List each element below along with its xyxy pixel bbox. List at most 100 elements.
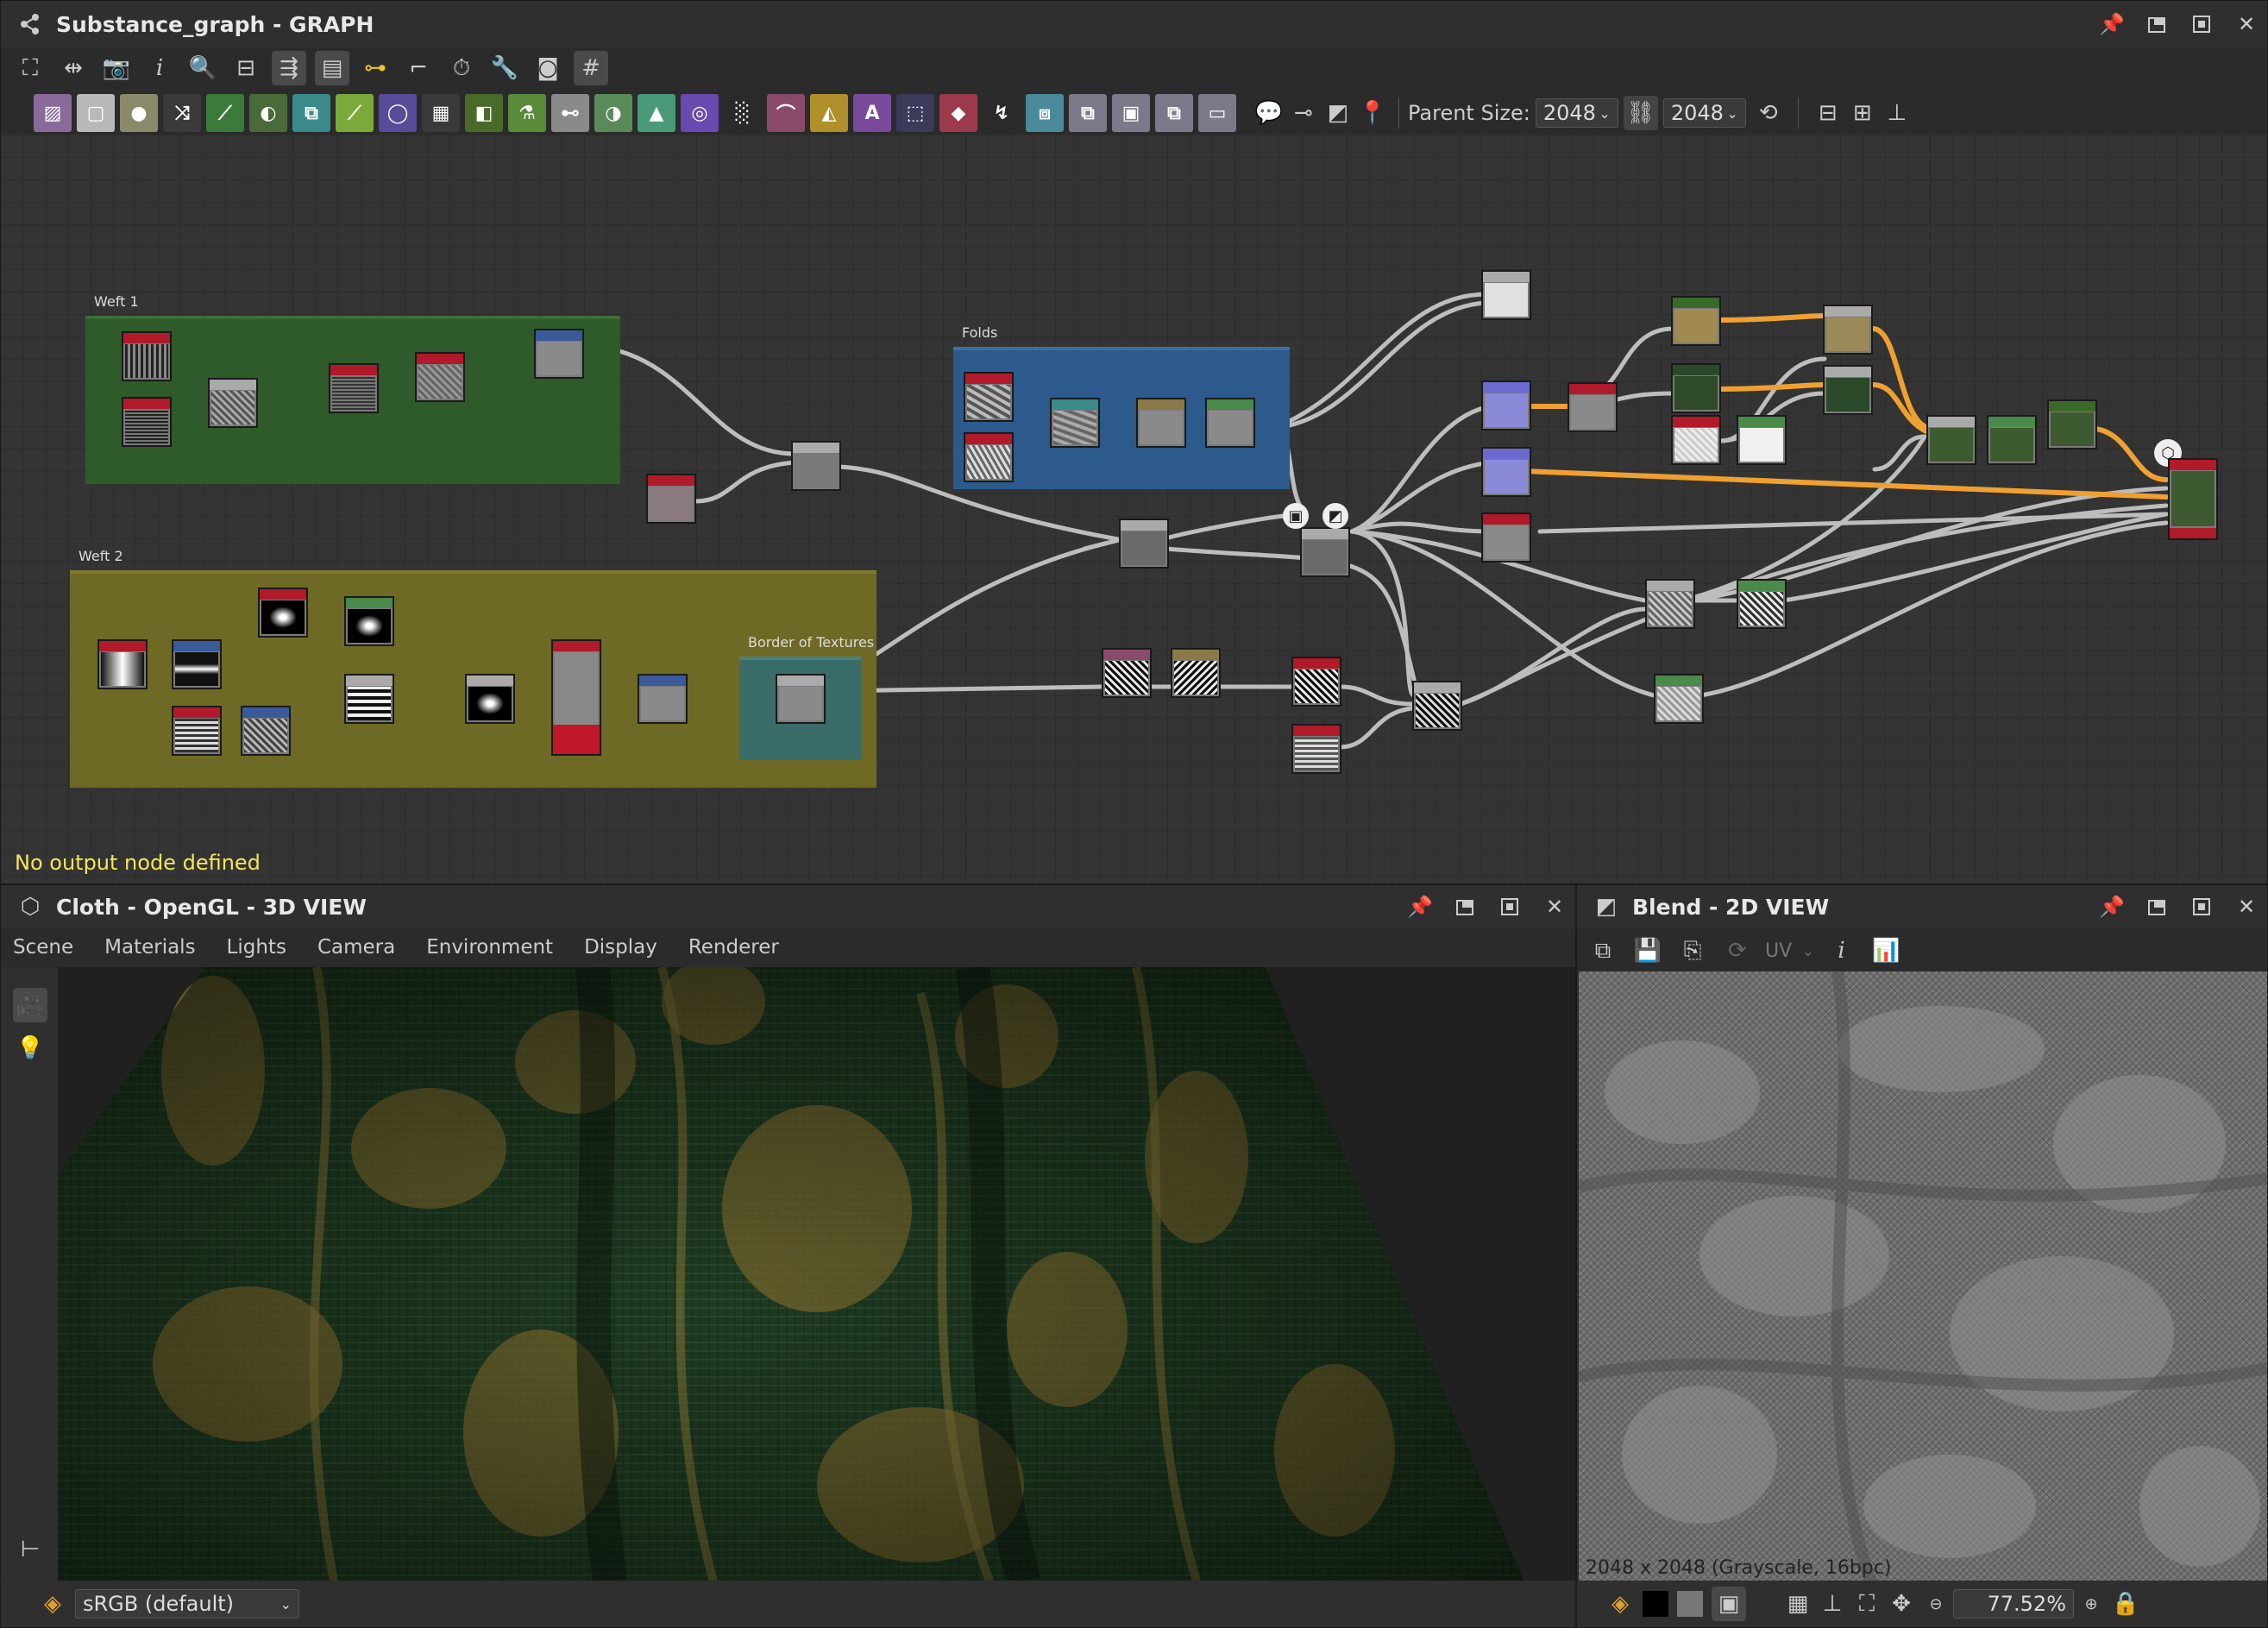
- atlas-selection-icon[interactable]: ⬚: [896, 94, 934, 132]
- export-icon[interactable]: ⧉: [1586, 933, 1620, 968]
- graph-node[interactable]: [1645, 579, 1695, 629]
- graph-node[interactable]: [1926, 415, 1976, 465]
- graph-node[interactable]: [122, 397, 172, 447]
- layers-icon[interactable]: ◈: [35, 1587, 70, 1621]
- parameters-icon[interactable]: ▤: [315, 51, 349, 85]
- atlas-warp-icon[interactable]: ⧉: [292, 94, 330, 132]
- atlas-value-icon[interactable]: ↯: [983, 94, 1021, 132]
- graph-node[interactable]: [1300, 527, 1350, 577]
- link-icon[interactable]: ⊟: [229, 51, 263, 85]
- atlas-svg-icon[interactable]: ▢: [77, 94, 115, 132]
- comment-icon[interactable]: 💬: [1252, 96, 1286, 130]
- pin-node-icon[interactable]: 📍: [1355, 96, 1390, 130]
- atlas-noise-icon[interactable]: ░: [724, 94, 762, 132]
- scene-tree-icon[interactable]: ⊢: [13, 1532, 47, 1567]
- graph-node[interactable]: [97, 639, 148, 689]
- menu-lights[interactable]: Lights: [227, 936, 286, 959]
- atlas-color-icon[interactable]: ◎: [681, 94, 719, 132]
- graph-node[interactable]: [1481, 447, 1531, 497]
- atlas-crop-icon[interactable]: ▣: [1112, 94, 1150, 132]
- distribute-icon[interactable]: ⊥: [1880, 96, 1914, 130]
- graph-node[interactable]: [1567, 382, 1618, 432]
- atlas-hsl-icon[interactable]: ◑: [594, 94, 632, 132]
- graph-node[interactable]: [344, 674, 394, 724]
- uv-label[interactable]: UV: [1765, 940, 1792, 962]
- undock-icon[interactable]: [2145, 895, 2169, 919]
- graph-node[interactable]: [1291, 724, 1341, 774]
- color-channel-icon[interactable]: ▣: [1712, 1587, 1746, 1621]
- align-vertical-icon[interactable]: ⊞: [1845, 96, 1880, 130]
- undock-icon[interactable]: [1453, 895, 1477, 919]
- dot-icon[interactable]: ⊸: [1286, 96, 1321, 130]
- graph-node[interactable]: [964, 372, 1014, 422]
- graph-node[interactable]: [1171, 648, 1221, 698]
- graph-node[interactable]: [1119, 519, 1169, 569]
- parent-size-dropdown[interactable]: 2048 ⌄: [1535, 98, 1618, 128]
- graph-node[interactable]: [646, 474, 696, 524]
- atlas-switch-icon[interactable]: ⤨: [163, 94, 201, 132]
- graph-node[interactable]: [415, 352, 465, 402]
- graph-node[interactable]: [964, 432, 1014, 482]
- atlas-pattern-icon[interactable]: ⧈: [1026, 94, 1064, 132]
- graph-node[interactable]: [551, 639, 601, 756]
- menu-scene[interactable]: Scene: [13, 936, 73, 959]
- colorspace-dropdown[interactable]: sRGB (default) ⌄: [75, 1589, 299, 1619]
- graph-canvas[interactable]: Weft 1 Folds Weft 2 Border of Textures ▣…: [1, 135, 2267, 883]
- atlas-flood-icon[interactable]: ⧉: [1069, 94, 1107, 132]
- atlas-levels-icon[interactable]: ◐: [249, 94, 287, 132]
- atlas-bitmap-icon[interactable]: ▨: [34, 94, 72, 132]
- atlas-mirror-icon[interactable]: ◭: [810, 94, 848, 132]
- gray-background-swatch[interactable]: [1677, 1591, 1703, 1617]
- atlas-blend-icon[interactable]: ◧: [465, 94, 503, 132]
- camera-icon[interactable]: 🎥: [13, 988, 47, 1022]
- close-icon[interactable]: ✕: [1542, 895, 1567, 919]
- graph-node[interactable]: [1671, 415, 1721, 465]
- graph-node[interactable]: [638, 674, 688, 724]
- maximize-icon[interactable]: [2189, 895, 2214, 919]
- graph-node[interactable]: [1481, 512, 1531, 563]
- connection-icon[interactable]: ⊶: [358, 51, 393, 85]
- zoom-in-icon[interactable]: ⊕: [2074, 1587, 2108, 1621]
- zoom-field[interactable]: 77.52%: [1953, 1589, 2074, 1619]
- graph-node[interactable]: [1671, 296, 1721, 346]
- graph-node[interactable]: [1291, 657, 1341, 707]
- graph-node[interactable]: [329, 363, 379, 413]
- tools-icon[interactable]: 🔧: [487, 51, 522, 85]
- node-output-icon[interactable]: ▣: [1283, 503, 1309, 529]
- atlas-transform-icon[interactable]: ⊷: [551, 94, 589, 132]
- atlas-fill-icon[interactable]: ◆: [939, 94, 977, 132]
- atlas-sample-icon[interactable]: ⧉: [1155, 94, 1193, 132]
- grid-snap-icon[interactable]: #: [574, 51, 608, 85]
- parent-size-dropdown-2[interactable]: 2048 ⌄: [1662, 98, 1746, 128]
- undock-icon[interactable]: [2145, 12, 2169, 36]
- histogram-icon[interactable]: 📊: [1869, 933, 1904, 968]
- graph-node[interactable]: [1412, 681, 1462, 731]
- close-icon[interactable]: ✕: [2234, 12, 2259, 36]
- info-icon[interactable]: i: [1825, 933, 1859, 968]
- menu-renderer[interactable]: Renderer: [688, 936, 779, 959]
- graph-node[interactable]: [122, 331, 172, 381]
- graph-node[interactable]: [1737, 415, 1787, 465]
- pin-icon[interactable]: 📌: [2099, 895, 2125, 919]
- graph-node[interactable]: [1136, 398, 1186, 448]
- copy-icon[interactable]: ⎘: [1675, 933, 1710, 968]
- screenshot-icon[interactable]: 📷: [99, 51, 134, 85]
- frame-selected-icon[interactable]: ⇹: [56, 51, 91, 85]
- graph-node[interactable]: [172, 639, 222, 689]
- light-icon[interactable]: 💡: [13, 1031, 47, 1065]
- graph-node[interactable]: [258, 588, 308, 638]
- layers-icon[interactable]: ◈: [1603, 1587, 1637, 1621]
- atlas-histogram-icon[interactable]: ▲: [638, 94, 675, 132]
- graph-node[interactable]: [534, 329, 584, 379]
- menu-environment[interactable]: Environment: [426, 936, 553, 959]
- atlas-blur-icon[interactable]: ◯: [379, 94, 417, 132]
- maximize-icon[interactable]: [1498, 895, 1522, 919]
- timer-icon[interactable]: ⏱: [444, 51, 479, 85]
- align-horizontal-icon[interactable]: ⊟: [1811, 96, 1845, 130]
- graph-node[interactable]: [1205, 398, 1255, 448]
- atlas-distance-icon[interactable]: ⌒: [767, 94, 805, 132]
- graph-node[interactable]: [1481, 270, 1531, 320]
- reset-icon[interactable]: ⟲: [1751, 96, 1786, 130]
- chevron-down-icon[interactable]: ⌄: [1802, 943, 1813, 959]
- menu-materials[interactable]: Materials: [104, 936, 195, 959]
